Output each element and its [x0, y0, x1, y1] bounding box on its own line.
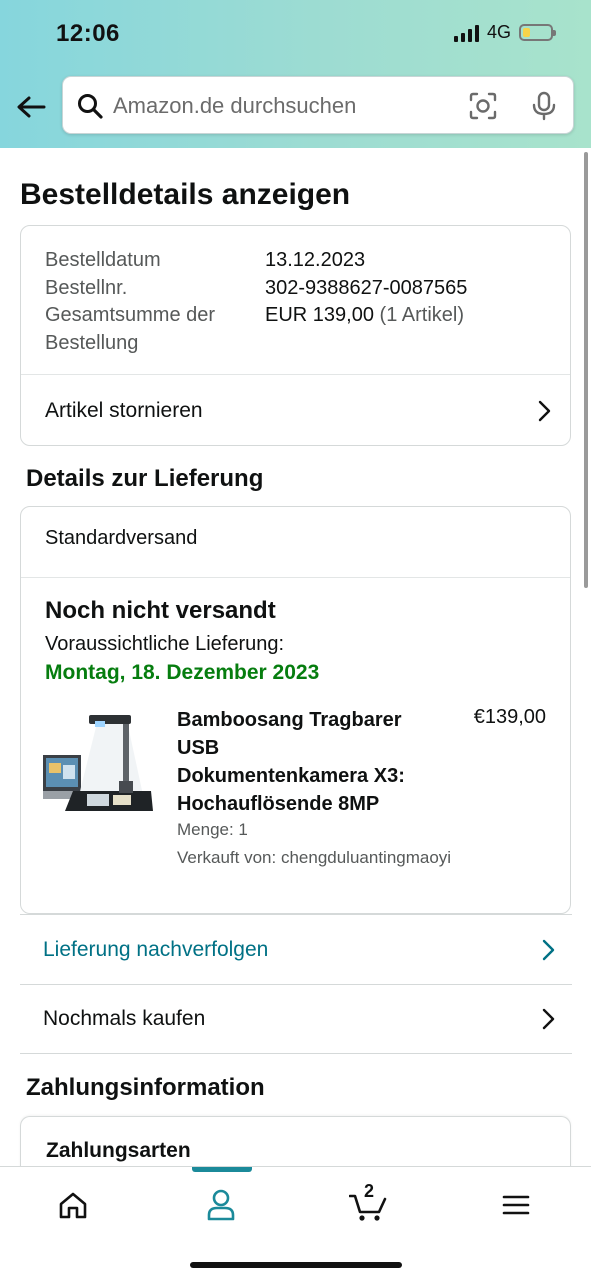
product-title-line3: Dokumentenkamera X3: — [177, 765, 405, 787]
active-tab-indicator — [192, 1167, 252, 1172]
person-icon — [207, 1189, 235, 1221]
order-number-label: Bestellnr. — [45, 277, 128, 299]
status-indicators: 4G — [453, 22, 556, 43]
microphone-icon[interactable] — [531, 91, 557, 121]
back-button[interactable] — [14, 90, 48, 124]
order-total-label-line2: Bestellung — [45, 332, 139, 354]
product-quantity: Menge: 1 — [177, 820, 248, 839]
search-icon — [78, 94, 103, 119]
order-date-value: 13.12.2023 — [265, 249, 366, 271]
chevron-right-icon — [538, 400, 551, 421]
product-image[interactable] — [43, 707, 153, 813]
order-item-count: (1 Artikel) — [379, 304, 464, 326]
cancel-items-row[interactable]: Artikel stornieren — [21, 375, 570, 446]
cart-count-badge: 2 — [364, 1181, 375, 1201]
order-number-value: 302-9388627-0087565 — [265, 277, 468, 299]
back-arrow-icon — [17, 96, 46, 118]
delivery-card: Standardversand Noch nicht versandt Vora… — [20, 506, 571, 914]
order-date-label: Bestelldatum — [45, 249, 161, 271]
page-title: Bestelldetails anzeigen — [20, 178, 351, 211]
app-header: 12:06 4G — [0, 0, 591, 148]
battery-icon — [519, 24, 556, 41]
status-time: 12:06 — [56, 20, 120, 47]
nav-cart[interactable]: 2 — [347, 1181, 391, 1225]
product-title-line4: Hochauflösende 8MP — [177, 793, 380, 815]
network-type: 4G — [486, 22, 511, 42]
order-total-label-line1: Gesamtsumme der — [45, 304, 216, 326]
order-total-amount: EUR 139,00 — [265, 304, 374, 326]
track-delivery-label: Lieferung nachverfolgen — [43, 937, 269, 961]
product-title[interactable]: Bamboosang Tragbarer USB Dokumentenkamer… — [177, 706, 427, 818]
order-total-value: EUR 139,00 (1 Artikel) — [265, 301, 464, 357]
order-total-row: Gesamtsumme der Bestellung EUR 139,00 (1… — [45, 301, 464, 357]
shipment-status: Noch nicht versandt — [45, 597, 276, 624]
order-number-row: Bestellnr. 302-9388627-0087565 — [45, 274, 467, 302]
nav-home[interactable] — [51, 1185, 95, 1225]
shipping-method: Standardversand — [45, 527, 198, 549]
nav-menu[interactable] — [494, 1185, 538, 1225]
order-total-label: Gesamtsumme der Bestellung — [45, 301, 265, 357]
product-title-line1: Bamboosang Tragbarer — [177, 709, 402, 731]
home-icon — [59, 1192, 87, 1219]
search-input[interactable] — [113, 89, 453, 123]
product-price: €139,00 — [473, 706, 546, 728]
cancel-items-label: Artikel stornieren — [45, 398, 203, 422]
divider — [21, 577, 570, 578]
buy-again-row[interactable]: Nochmals kaufen — [20, 984, 572, 1054]
chevron-right-icon — [542, 1008, 555, 1030]
camera-lens-icon[interactable] — [469, 92, 497, 120]
search-bar[interactable] — [62, 76, 574, 134]
track-delivery-row[interactable]: Lieferung nachverfolgen — [20, 914, 572, 984]
order-summary-card: Bestelldatum 13.12.2023 Bestellnr. 302-9… — [20, 225, 571, 446]
payment-section-title: Zahlungsinformation — [26, 1074, 265, 1101]
menu-icon — [502, 1195, 530, 1215]
home-indicator[interactable] — [190, 1262, 402, 1268]
expected-delivery-label: Voraussichtliche Lieferung: — [45, 633, 285, 655]
product-title-line2: USB — [177, 737, 220, 759]
nav-account[interactable] — [199, 1185, 243, 1225]
signal-icon — [453, 24, 479, 42]
expected-delivery-date: Montag, 18. Dezember 2023 — [45, 661, 320, 684]
buy-again-label: Nochmals kaufen — [43, 1007, 206, 1030]
payment-methods-title: Zahlungsarten — [46, 1139, 191, 1162]
delivery-section-title: Details zur Lieferung — [26, 465, 264, 492]
product-seller: Verkauft von: chengduluantingmaoyi — [177, 848, 452, 867]
order-date-row: Bestelldatum 13.12.2023 — [45, 246, 365, 274]
chevron-right-icon — [542, 939, 555, 960]
scrollbar[interactable] — [584, 152, 588, 588]
